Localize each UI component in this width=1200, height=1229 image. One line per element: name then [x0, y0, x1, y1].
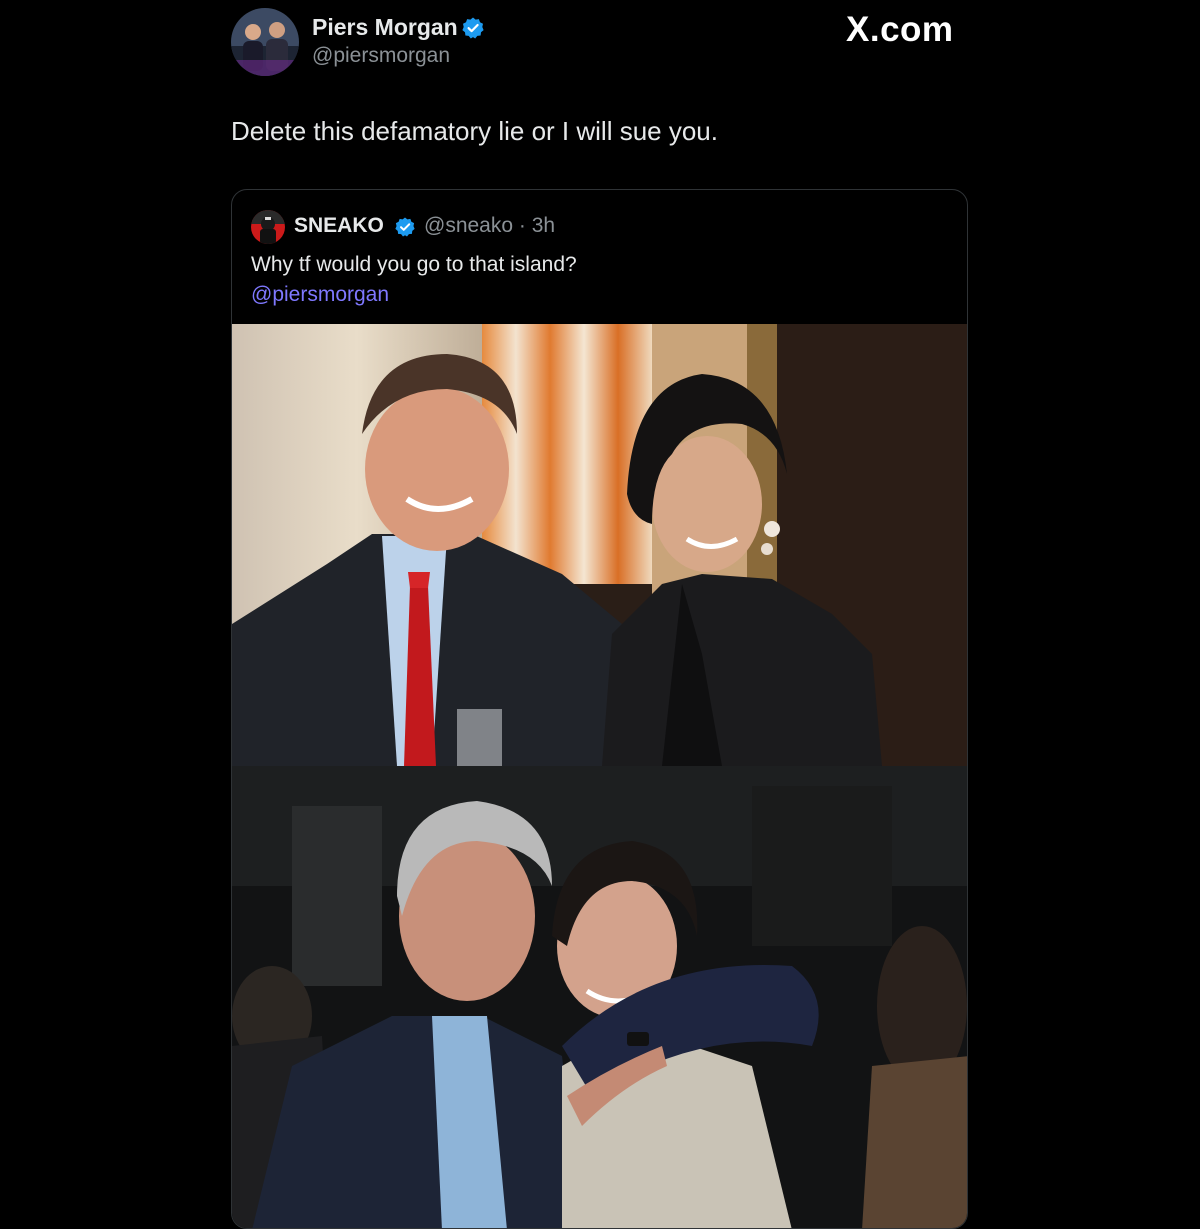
- photo-two-people-embracing-at-night-party[interactable]: [232, 766, 967, 1228]
- author-name[interactable]: Piers Morgan: [312, 14, 458, 41]
- quoted-author-avatar[interactable]: [251, 210, 285, 244]
- verified-badge-icon: [462, 17, 484, 39]
- verified-badge-icon: [395, 217, 415, 237]
- profile-photo-icon: [231, 8, 299, 76]
- quoted-tweet-card[interactable]: SNEAKO @sneako · 3h Why tf would you go …: [231, 189, 968, 1229]
- author-handle[interactable]: @piersmorgan: [312, 44, 450, 68]
- profile-photo-icon: [251, 210, 285, 244]
- tweet-text: Delete this defamatory lie or I will sue…: [231, 116, 718, 146]
- site-logo-text: X.com: [846, 10, 954, 49]
- mention-link[interactable]: @piersmorgan: [251, 283, 389, 307]
- author-avatar[interactable]: [231, 8, 299, 76]
- photo-two-people-posing-indoors[interactable]: [232, 324, 967, 766]
- quoted-tweet-text: Why tf would you go to that island?: [251, 253, 577, 276]
- quoted-media[interactable]: [232, 324, 967, 1228]
- quoted-handle-time[interactable]: @sneako · 3h: [424, 214, 555, 238]
- quoted-author-name[interactable]: SNEAKO: [294, 214, 384, 238]
